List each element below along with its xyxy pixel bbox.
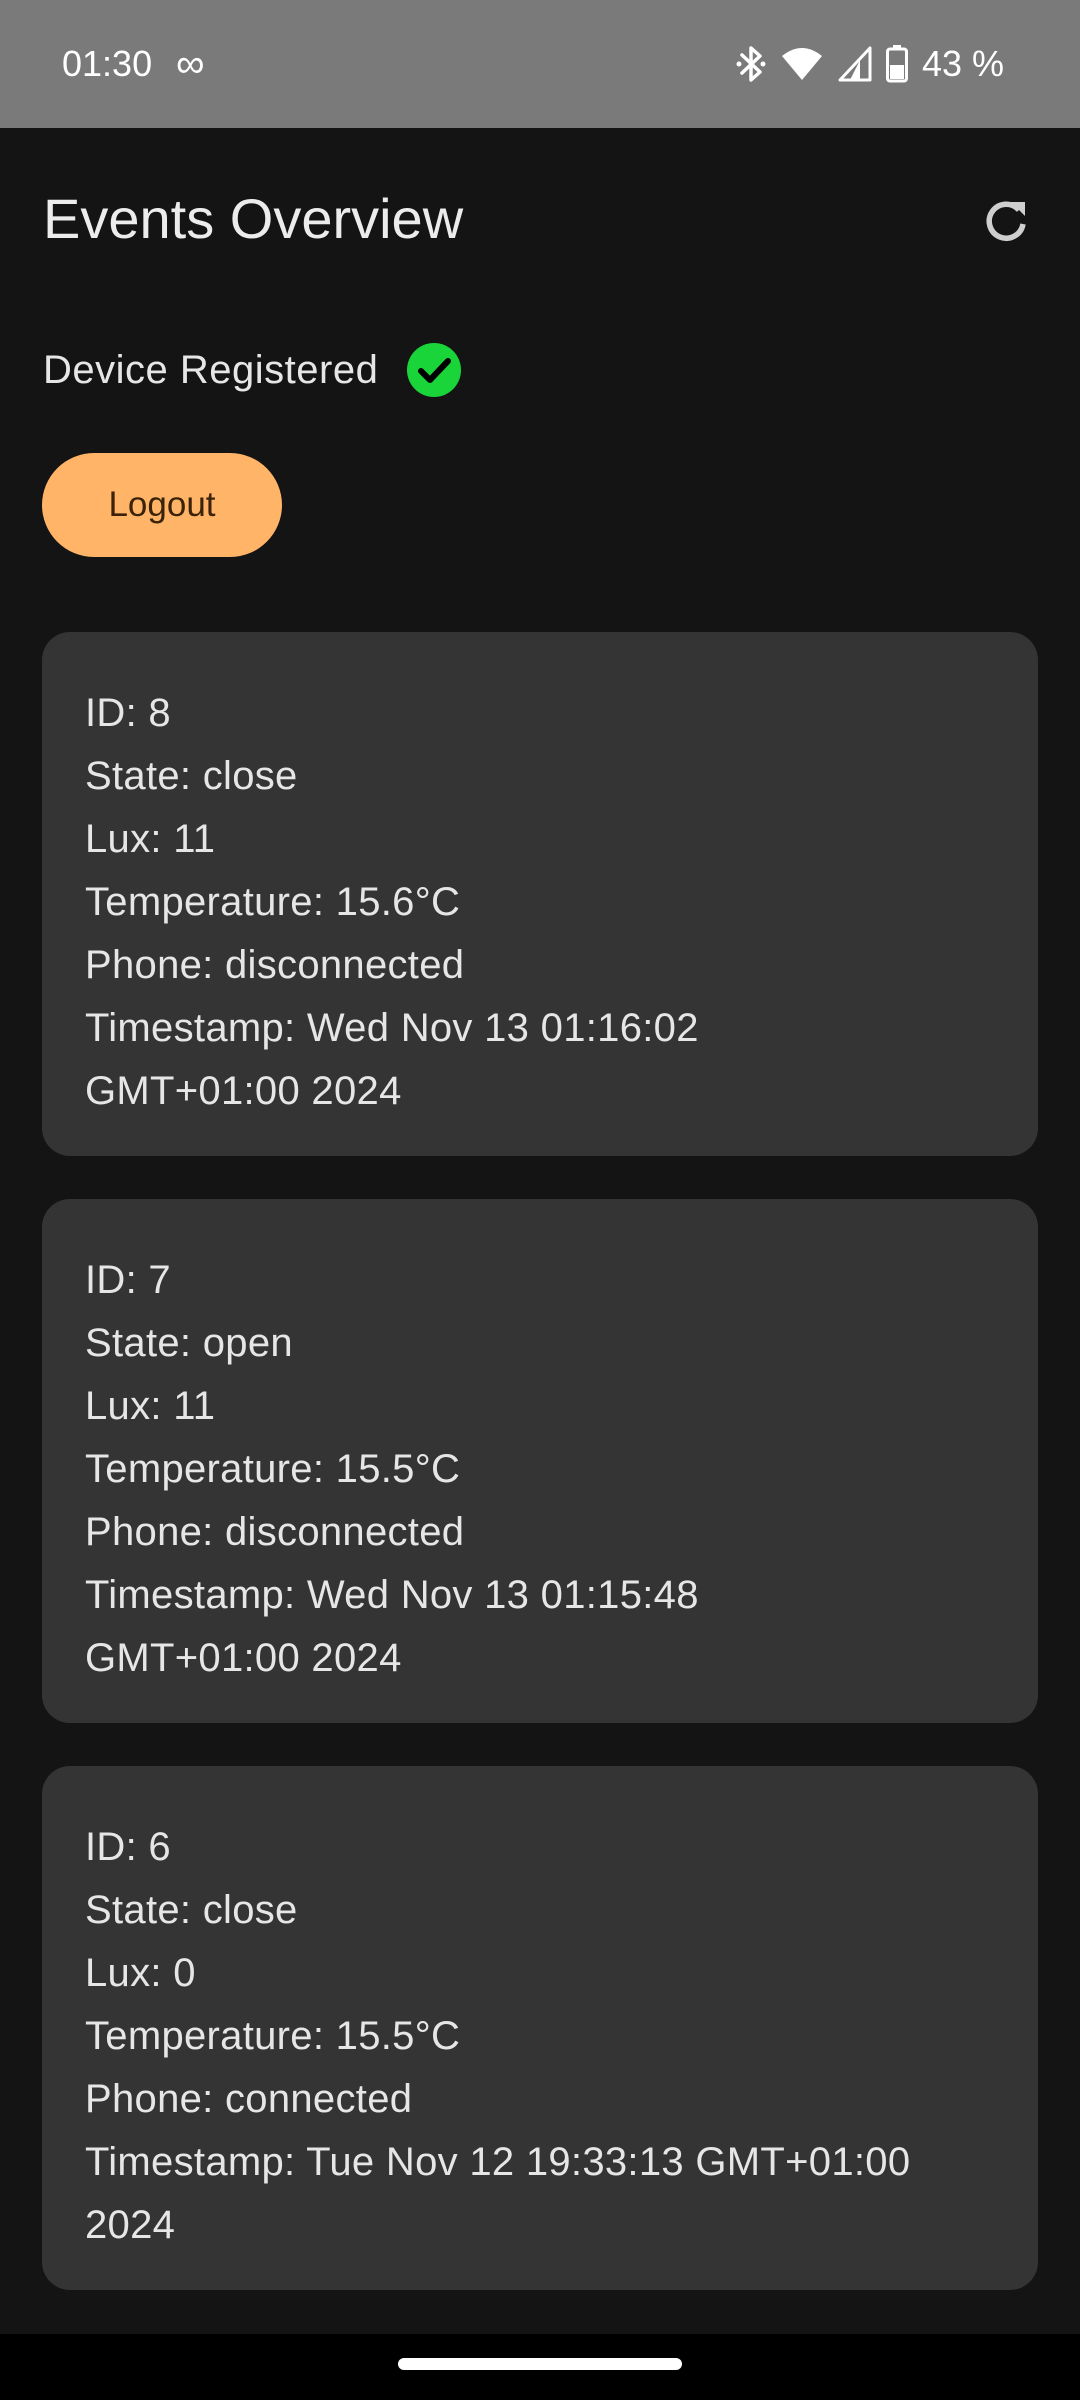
event-card: ID: 7 State: open Lux: 11 Temperature: 1… xyxy=(42,1199,1038,1723)
logout-button[interactable]: Logout xyxy=(42,453,282,557)
event-phone: Phone: disconnected xyxy=(85,943,465,987)
event-state: State: close xyxy=(85,754,298,798)
event-temperature: Temperature: 15.5°C xyxy=(85,1447,461,1491)
event-temperature: Temperature: 15.6°C xyxy=(85,880,461,924)
status-bar: 01:30 ∞ 43 % xyxy=(0,0,1080,128)
event-lux: Lux: 11 xyxy=(85,1384,216,1428)
event-lux: Lux: 0 xyxy=(85,1951,196,1995)
event-id: ID: 8 xyxy=(85,691,171,735)
event-card: ID: 6 State: close Lux: 0 Temperature: 1… xyxy=(42,1766,1038,2290)
app-screen: Events Overview Device Registered Logout… xyxy=(0,128,1080,2334)
home-indicator[interactable] xyxy=(398,2358,682,2370)
refresh-icon xyxy=(986,201,1026,241)
device-registered-label: Device Registered xyxy=(43,348,379,392)
navigation-bar xyxy=(0,2334,1080,2400)
event-phone: Phone: connected xyxy=(85,2077,413,2121)
event-lux: Lux: 11 xyxy=(85,817,216,861)
event-state: State: close xyxy=(85,1888,298,1932)
battery-percent: 43 % xyxy=(921,43,1004,84)
check-circle-icon xyxy=(407,343,462,397)
event-timestamp: Timestamp: Wed Nov 13 01:16:02 GMT+01:00… xyxy=(85,1006,699,1113)
event-phone: Phone: disconnected xyxy=(85,1510,465,1554)
battery-icon xyxy=(885,45,908,83)
device-status-row: Device Registered xyxy=(43,340,462,400)
refresh-button[interactable] xyxy=(968,183,1044,259)
event-id: ID: 7 xyxy=(85,1258,171,1302)
bluetooth-icon xyxy=(736,46,766,82)
wifi-icon xyxy=(781,48,822,80)
status-icons: 43 % xyxy=(736,38,1004,90)
infinity-icon: ∞ xyxy=(176,42,205,86)
signal-icon xyxy=(838,46,872,82)
event-card: ID: 8 State: close Lux: 11 Temperature: … xyxy=(42,632,1038,1156)
event-temperature: Temperature: 15.5°C xyxy=(85,2014,461,2058)
status-time: 01:30 xyxy=(62,43,153,84)
event-id: ID: 6 xyxy=(85,1825,171,1869)
event-timestamp: Timestamp: Wed Nov 13 01:15:48 GMT+01:00… xyxy=(85,1573,699,1680)
event-timestamp: Timestamp: Tue Nov 12 19:33:13 GMT+01:00… xyxy=(85,2140,911,2247)
page-title: Events Overview xyxy=(43,187,464,250)
event-state: State: open xyxy=(85,1321,293,1365)
